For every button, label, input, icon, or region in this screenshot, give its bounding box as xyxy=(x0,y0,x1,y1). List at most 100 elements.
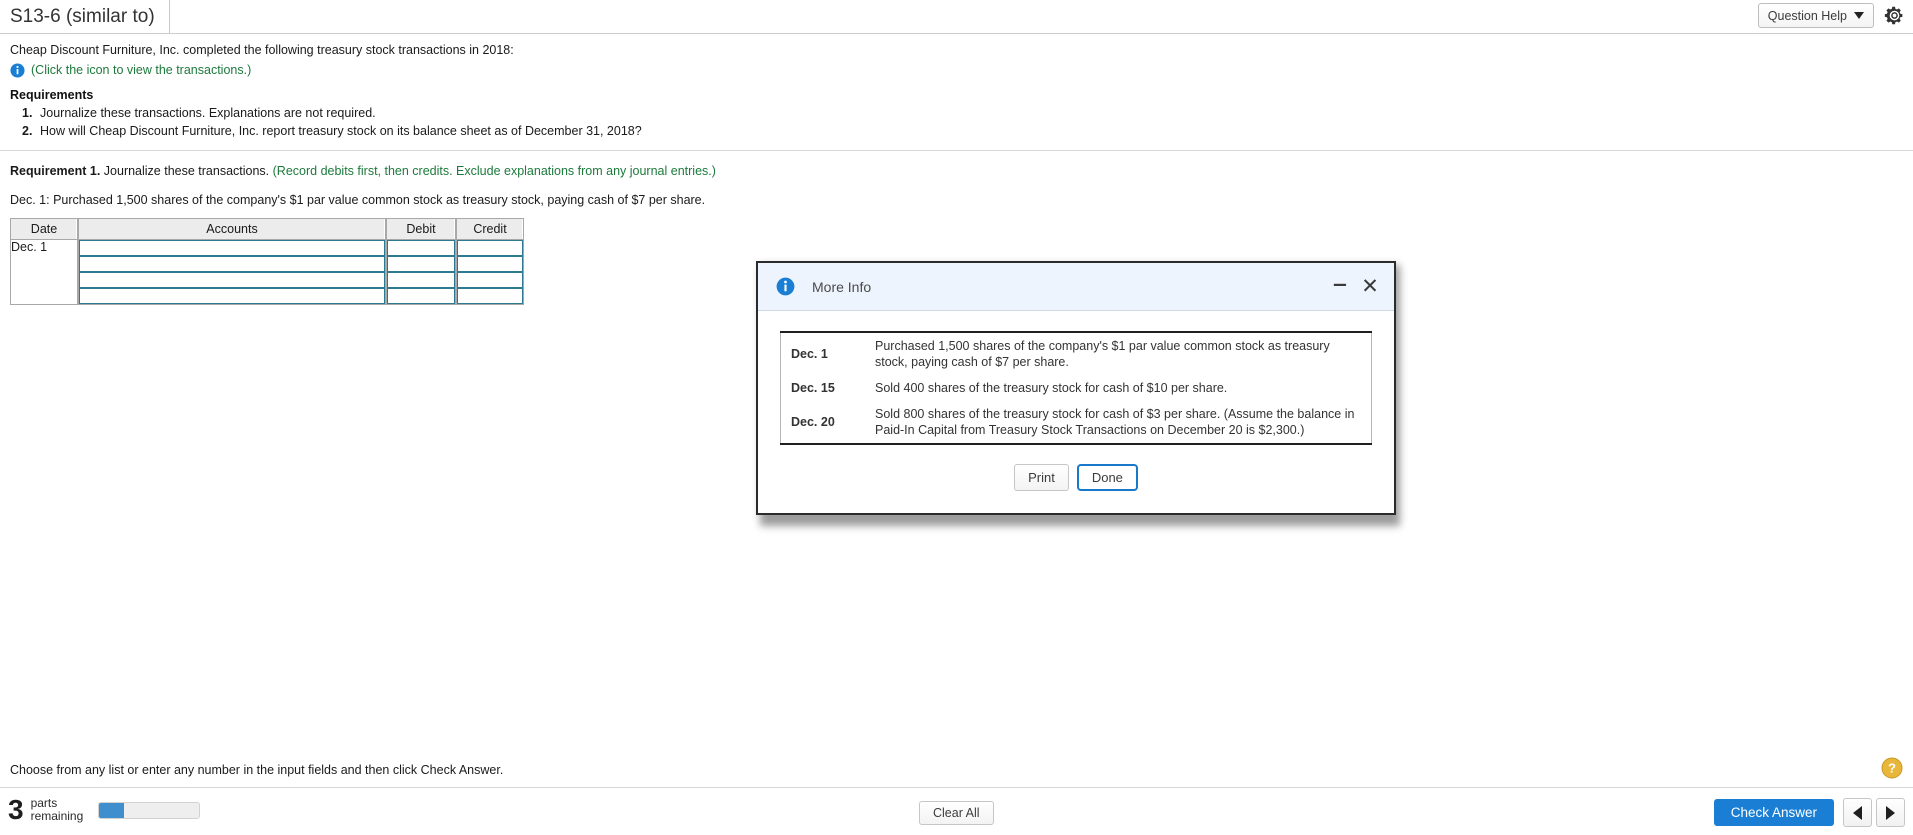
question-tab-label: S13-6 (similar to) xyxy=(10,5,155,27)
table-row xyxy=(10,288,524,305)
transaction-date: Dec. 1 xyxy=(780,331,869,375)
table-row: Dec. 1 xyxy=(10,240,524,305)
print-button[interactable]: Print xyxy=(1014,464,1069,491)
minimize-icon[interactable]: ‒ xyxy=(1330,271,1350,303)
arrow-left-icon xyxy=(1853,805,1862,820)
footer-bar: 3 parts remaining Clear All Check Answer xyxy=(0,788,1913,835)
column-header-accounts: Accounts xyxy=(78,218,386,240)
transaction-description: Purchased 1,500 shares of the company's … xyxy=(869,331,1372,375)
accounts-cell xyxy=(78,256,386,272)
debit-cell xyxy=(386,272,456,288)
parts-remaining-label: parts remaining xyxy=(31,797,84,823)
requirement1-line: Requirement 1. Journalize these transact… xyxy=(0,151,1913,180)
requirement-number: 2. xyxy=(22,124,33,138)
top-bar: S13-6 (similar to) Question Help xyxy=(0,0,1913,34)
requirement-number: 1. xyxy=(22,106,33,120)
info-icon xyxy=(776,277,795,296)
info-icon[interactable] xyxy=(10,62,25,78)
journal-header-row: Date Accounts Debit Credit xyxy=(10,218,524,240)
footer-actions: Check Answer xyxy=(1713,798,1905,827)
credit-input-2[interactable] xyxy=(457,256,523,272)
debit-cell xyxy=(386,288,456,305)
debit-cell xyxy=(386,240,456,256)
requirement-text: Journalize these transactions. Explanati… xyxy=(40,106,376,120)
next-button[interactable] xyxy=(1876,798,1905,827)
debit-cell xyxy=(386,256,456,272)
table-row xyxy=(10,256,524,272)
debit-input-3[interactable] xyxy=(387,272,455,288)
credit-cell xyxy=(456,272,524,288)
accounts-cell xyxy=(78,240,386,256)
credit-cell xyxy=(456,240,524,256)
credit-input-4[interactable] xyxy=(457,288,523,304)
modal-title-label: More Info xyxy=(812,278,872,295)
progress-bar-fill xyxy=(99,802,125,818)
accounts-input-1[interactable] xyxy=(79,240,385,256)
clear-all-button[interactable]: Clear All xyxy=(919,801,994,825)
gear-icon[interactable] xyxy=(1884,5,1905,26)
navigation-buttons xyxy=(1843,798,1905,827)
transaction-date: Dec. 15 xyxy=(791,381,835,395)
debit-input-2[interactable] xyxy=(387,256,455,272)
view-transactions-link[interactable]: (Click the icon to view the transactions… xyxy=(10,62,251,78)
credit-cell xyxy=(456,288,524,305)
footer-instruction: Choose from any list or enter any number… xyxy=(10,763,504,777)
requirement-text: How will Cheap Discount Furniture, Inc. … xyxy=(40,124,642,138)
credit-input-3[interactable] xyxy=(457,272,523,288)
table-row: Dec. 15 Sold 400 shares of the treasury … xyxy=(781,375,1372,401)
transaction-description: Sold 800 shares of the treasury stock fo… xyxy=(869,401,1372,445)
parts-word-line2: remaining xyxy=(30,809,84,823)
table-row: Dec. 1 Purchased 1,500 shares of the com… xyxy=(780,331,1372,375)
requirement1-label: Requirement 1. xyxy=(10,164,101,178)
journal-date-cell: Dec. 1 xyxy=(10,240,78,305)
parts-remaining-count: 3 xyxy=(8,794,24,825)
chevron-down-icon xyxy=(1854,12,1864,19)
accounts-cell xyxy=(78,272,386,288)
transactions-table: Dec. 1 Purchased 1,500 shares of the com… xyxy=(780,331,1372,445)
table-row xyxy=(10,272,524,288)
requirement-item: 2. How will Cheap Discount Furniture, In… xyxy=(10,123,1903,140)
modal-title-bar: More Info ‒ ✕ xyxy=(758,263,1394,311)
modal-actions: Print Done xyxy=(780,445,1372,513)
column-header-credit: Credit xyxy=(456,218,524,240)
previous-button[interactable] xyxy=(1843,798,1872,827)
accounts-input-4[interactable] xyxy=(79,288,385,304)
requirement-item: 1. Journalize these transactions. Explan… xyxy=(10,105,1903,122)
transaction-prompt: Dec. 1: Purchased 1,500 shares of the co… xyxy=(10,193,706,207)
table-row: Dec. 20 Sold 800 shares of the treasury … xyxy=(780,401,1372,445)
requirements-heading: Requirements xyxy=(10,88,94,102)
check-answer-button[interactable]: Check Answer xyxy=(1713,799,1834,826)
prompt-block: Cheap Discount Furniture, Inc. completed… xyxy=(0,34,1913,140)
modal-body: Dec. 1 Purchased 1,500 shares of the com… xyxy=(758,311,1394,513)
done-button[interactable]: Done xyxy=(1076,464,1138,491)
column-header-debit: Debit xyxy=(386,218,456,240)
arrow-right-icon xyxy=(1886,805,1895,820)
svg-text:?: ? xyxy=(1888,761,1896,776)
accounts-input-3[interactable] xyxy=(79,272,385,288)
parts-word-line1: parts xyxy=(30,796,58,810)
transaction-date: Dec. 20 xyxy=(780,401,869,445)
question-page: S13-6 (similar to) Question Help Cheap D… xyxy=(0,0,1913,835)
debit-input-4[interactable] xyxy=(387,288,455,304)
requirement1-text: Journalize these transactions. xyxy=(100,164,273,178)
journal-entry-table: Date Accounts Debit Credit Dec. 1 xyxy=(10,218,524,305)
progress-bar[interactable] xyxy=(98,801,201,819)
top-bar-actions: Question Help xyxy=(1757,3,1905,28)
intro-text: Cheap Discount Furniture, Inc. completed… xyxy=(10,43,514,57)
requirement1-hint: (Record debits first, then credits. Excl… xyxy=(272,164,716,178)
accounts-cell xyxy=(78,288,386,305)
credit-input-1[interactable] xyxy=(457,240,523,256)
credit-cell xyxy=(456,256,524,272)
column-header-date: Date xyxy=(10,218,78,240)
question-help-button[interactable]: Question Help xyxy=(1757,3,1874,28)
parts-remaining-group: 3 parts remaining xyxy=(8,794,201,825)
question-tab[interactable]: S13-6 (similar to) xyxy=(0,0,170,33)
question-mark-icon[interactable]: ? xyxy=(1881,757,1903,779)
transaction-description: Sold 400 shares of the treasury stock fo… xyxy=(875,381,1228,395)
question-help-label: Question Help xyxy=(1767,8,1847,23)
debit-input-1[interactable] xyxy=(387,240,455,256)
close-icon[interactable]: ✕ xyxy=(1358,274,1382,300)
more-info-dialog: More Info ‒ ✕ Dec. 1 Purchased 1,500 sha… xyxy=(756,261,1396,515)
accounts-input-2[interactable] xyxy=(79,256,385,272)
requirements-list: 1. Journalize these transactions. Explan… xyxy=(10,105,1903,140)
